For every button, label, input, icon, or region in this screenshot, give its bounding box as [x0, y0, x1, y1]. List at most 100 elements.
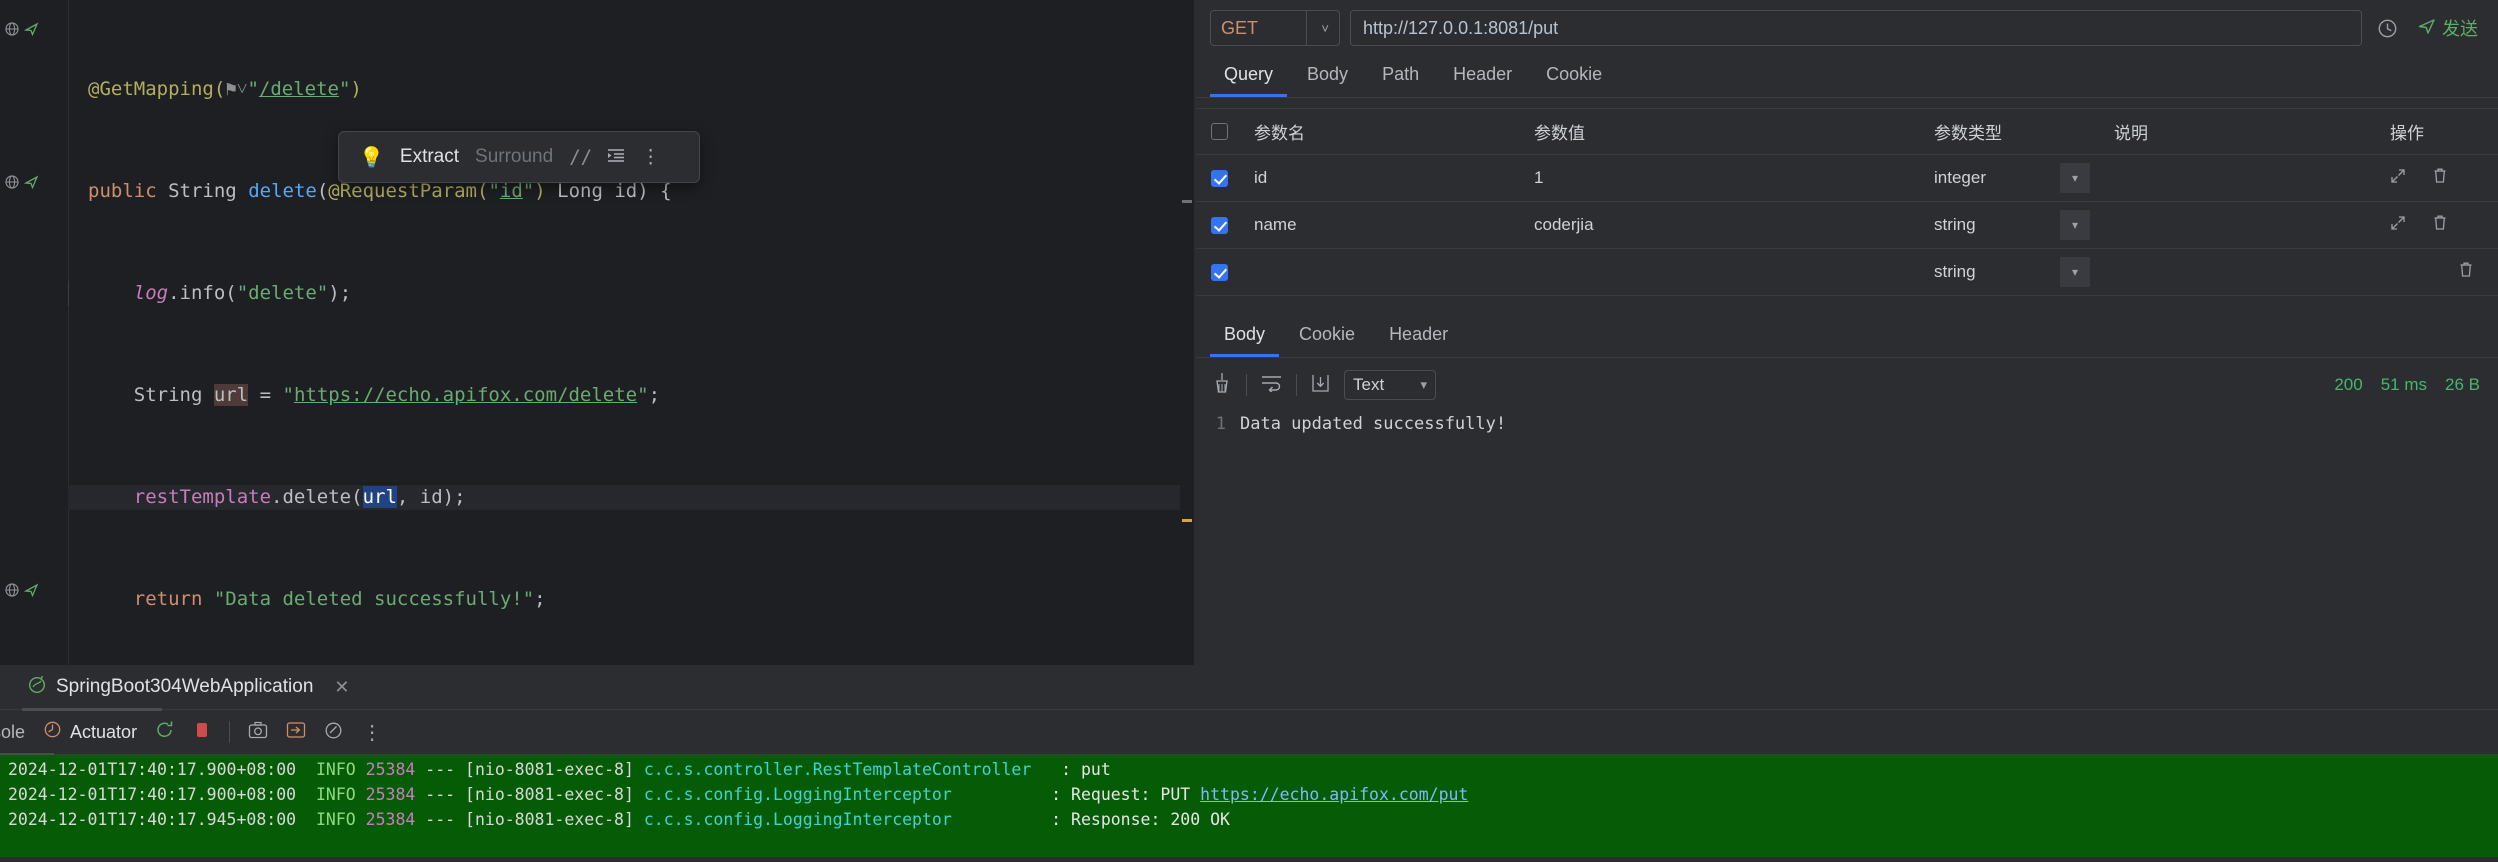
code-line: @GetMapping(⚑˅"/delete")	[88, 77, 362, 100]
log-line: 2024-12-01T17:40:17.900+08:00 INFO 25384…	[8, 757, 2498, 782]
url-input[interactable]: http://127.0.0.1:8081/put	[1350, 10, 2362, 46]
request-tabs[interactable]: Query Body Path Header Cookie	[1196, 54, 2498, 97]
tab-path[interactable]: Path	[1368, 54, 1433, 97]
gutter-run-icon-getwithheaders[interactable]	[4, 577, 64, 603]
param-name-input[interactable]: id	[1242, 168, 1522, 188]
tab-query[interactable]: Query	[1210, 54, 1288, 97]
response-body-text: Data updated successfully!	[1240, 414, 1507, 434]
tab-response-header[interactable]: Header	[1375, 314, 1462, 357]
log-pid: 25384	[365, 810, 416, 829]
globe-gutter-inline-icon[interactable]: ⚑˅	[225, 78, 247, 100]
console-tab-label[interactable]: sole	[0, 722, 25, 743]
delete-icon[interactable]	[2458, 261, 2474, 283]
response-body[interactable]: 1 Data updated successfully!	[1196, 410, 2498, 434]
table-row[interactable]: string ▾	[1196, 249, 2498, 296]
reformat-indent-icon[interactable]	[608, 148, 625, 167]
extract-action-button[interactable]: Extract	[400, 146, 459, 168]
log-bottom-bar	[0, 857, 2498, 862]
delete-icon[interactable]	[2432, 214, 2448, 236]
log-pid: 25384	[365, 760, 416, 779]
response-tabs[interactable]: Body Cookie Header	[1196, 314, 2498, 357]
tab-cookie[interactable]: Cookie	[1532, 54, 1616, 97]
delete-icon[interactable]	[2432, 167, 2448, 189]
param-name-input[interactable]: name	[1242, 215, 1522, 235]
editor-gutter[interactable]	[0, 0, 68, 665]
row-checkbox[interactable]	[1196, 263, 1242, 281]
run-arrow-icon[interactable]	[24, 174, 40, 190]
http-method-select[interactable]: GET ˅	[1210, 10, 1340, 46]
param-value-input[interactable]: 1	[1522, 168, 1922, 188]
rerun-icon[interactable]	[155, 720, 175, 744]
tab-response-body[interactable]: Body	[1210, 314, 1280, 357]
history-icon[interactable]	[2372, 13, 2402, 43]
row-operations[interactable]	[2378, 261, 2498, 283]
stop-icon[interactable]	[193, 720, 211, 744]
code-line: log.info("delete");	[68, 280, 1194, 306]
run-arrow-icon[interactable]	[24, 582, 40, 598]
soft-wrap-icon[interactable]	[1261, 374, 1282, 397]
param-type-select[interactable]: string ▾	[1922, 210, 2102, 240]
tab-body[interactable]: Body	[1293, 54, 1362, 97]
run-arrow-icon[interactable]	[24, 21, 40, 37]
code-editor[interactable]: @GetMapping(⚑˅"/delete") public String d…	[0, 0, 1194, 665]
console-log[interactable]: 2024-12-01T17:40:17.900+08:00 INFO 25384…	[0, 755, 2498, 857]
response-line-number: 1	[1215, 414, 1226, 434]
log-logger: c.c.s.controller.RestTemplateController	[643, 760, 1032, 779]
response-format-select[interactable]: Text ▾	[1344, 370, 1436, 400]
chevron-down-icon: ˅	[1321, 20, 1329, 36]
select-all-checkbox[interactable]	[1196, 123, 1242, 140]
expand-icon[interactable]	[2390, 168, 2406, 189]
gutter-run-icon-put[interactable]	[4, 169, 64, 195]
column-param-ops: 操作	[2390, 124, 2424, 143]
intention-actions-popup[interactable]: 💡 Extract Surround // ⋮	[338, 131, 700, 183]
lightbulb-icon[interactable]: 💡	[359, 147, 384, 167]
save-download-icon[interactable]	[1311, 373, 1330, 398]
table-row[interactable]: id 1 integer ▾	[1196, 155, 2498, 202]
chevron-down-icon[interactable]: ▾	[2060, 210, 2090, 240]
http-method-value: GET	[1221, 17, 1259, 38]
comment-action-icon[interactable]: //	[569, 146, 592, 168]
log-level: INFO	[315, 785, 356, 804]
param-type-select[interactable]: integer ▾	[1922, 163, 2102, 193]
log-logger: c.c.s.config.LoggingInterceptor	[643, 785, 952, 804]
chevron-down-icon[interactable]: ▾	[2060, 257, 2090, 287]
log-link[interactable]: https://echo.apifox.com/put	[1200, 785, 1468, 804]
status-time: 51 ms	[2380, 375, 2428, 394]
row-checkbox[interactable]	[1196, 169, 1242, 187]
code-lines[interactable]: @GetMapping(⚑˅"/delete") public String d…	[68, 0, 1194, 665]
camera-icon[interactable]	[248, 721, 268, 743]
toolbar-divider	[1246, 374, 1247, 396]
param-value-input[interactable]: coderjia	[1522, 215, 1922, 235]
tab-response-cookie[interactable]: Cookie	[1285, 314, 1369, 357]
more-vertical-icon[interactable]: ⋮	[641, 147, 660, 167]
tab-header[interactable]: Header	[1439, 54, 1526, 97]
actuator-tab[interactable]: Actuator	[43, 720, 137, 744]
table-row[interactable]: name coderjia string ▾	[1196, 202, 2498, 249]
row-operations[interactable]	[2378, 167, 2498, 189]
top-split: @GetMapping(⚑˅"/delete") public String d…	[0, 0, 2498, 665]
chevron-down-icon[interactable]: ▾	[2060, 163, 2090, 193]
param-type-select[interactable]: string ▾	[1922, 257, 2102, 287]
expand-icon[interactable]	[2390, 215, 2406, 236]
gutter-run-icon-delete[interactable]	[4, 16, 64, 42]
close-icon[interactable]: ✕	[334, 677, 349, 698]
editor-marker-bar[interactable]	[1180, 0, 1194, 665]
row-checkbox[interactable]	[1196, 216, 1242, 234]
spring-boot-icon	[28, 675, 47, 700]
broom-icon[interactable]	[1212, 372, 1232, 399]
log-thread: [nio-8081-exec-8]	[465, 810, 634, 829]
response-status: 200 51 ms 26 B	[2334, 375, 2480, 395]
chevron-down-icon: ▾	[1420, 377, 1427, 392]
send-button[interactable]: 发送	[2412, 11, 2484, 45]
surround-action-button[interactable]: Surround	[475, 146, 553, 168]
row-operations[interactable]	[2378, 214, 2498, 236]
url-value: http://127.0.0.1:8081/put	[1363, 17, 1559, 38]
code-line-selected: restTemplate.delete(url, id);	[68, 484, 1194, 510]
param-type-value: integer	[1934, 168, 1986, 187]
more-vertical-icon[interactable]: ⋮	[362, 722, 382, 742]
response-section: Body Cookie Header Text ▾ 200 51 ms 26 B…	[1196, 314, 2498, 665]
run-tab[interactable]: SpringBoot304WebApplication ✕	[28, 675, 349, 700]
edit-filter-icon[interactable]	[324, 721, 344, 744]
log-line: 2024-12-01T17:40:17.945+08:00 INFO 25384…	[8, 807, 2498, 832]
scroll-to-end-icon[interactable]	[286, 721, 306, 743]
